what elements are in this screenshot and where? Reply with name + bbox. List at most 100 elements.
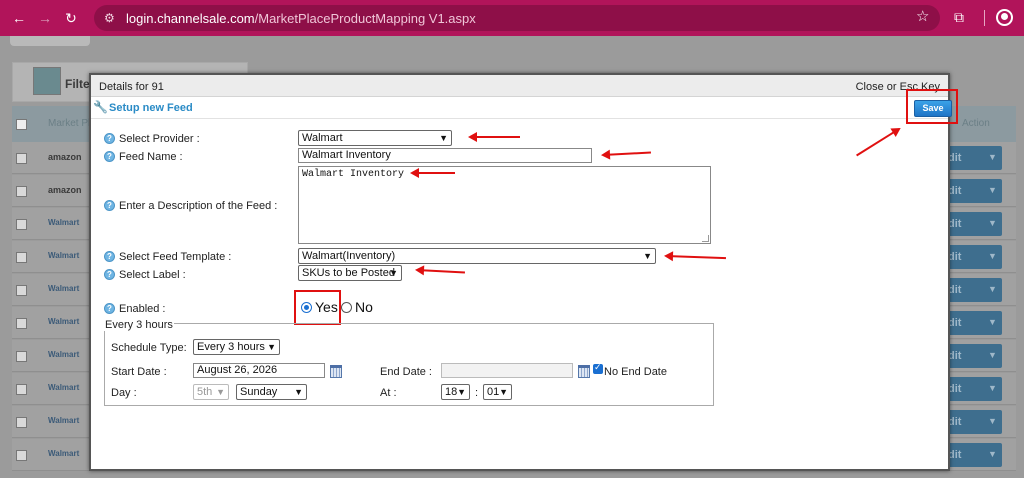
label-select-label: Select Label : bbox=[119, 269, 186, 281]
feed-title: Setup new Feed bbox=[109, 102, 193, 114]
reload-icon[interactable]: ↻ bbox=[62, 9, 80, 27]
marketplace-logo: Walmart bbox=[48, 218, 80, 227]
help-icon[interactable]: ? bbox=[104, 303, 115, 314]
chevron-down-icon: ▼ bbox=[988, 383, 997, 393]
end-date-input[interactable] bbox=[441, 363, 573, 378]
extensions-puzzle-icon[interactable]: ⧉ bbox=[954, 8, 970, 26]
edit-button-label: dit bbox=[948, 251, 962, 263]
edit-button-label: dit bbox=[948, 383, 962, 395]
annotation-arrow bbox=[410, 168, 455, 178]
chevron-down-icon: ▼ bbox=[439, 133, 448, 143]
no-end-date-label: No End Date bbox=[604, 366, 667, 378]
help-icon[interactable]: ? bbox=[104, 200, 115, 211]
day-name-value: Sunday bbox=[240, 386, 278, 398]
label-select[interactable]: SKUs to be Posted ▼ bbox=[298, 265, 402, 281]
marketplace-logo: Walmart bbox=[48, 449, 80, 458]
row-checkbox bbox=[16, 186, 27, 197]
close-or-text: or bbox=[886, 81, 897, 93]
row-checkbox bbox=[16, 351, 27, 362]
provider-label: Select Provider : bbox=[119, 133, 200, 145]
help-icon[interactable]: ? bbox=[104, 133, 115, 144]
start-date-input[interactable]: August 26, 2026 bbox=[193, 363, 325, 378]
url-text: login.channelsale.com/MarketPlaceProduct… bbox=[126, 11, 476, 26]
day-name-select[interactable]: Sunday ▼ bbox=[236, 384, 307, 400]
row-checkbox bbox=[16, 219, 27, 230]
schedule-type-select[interactable]: Every 3 hours ▼ bbox=[193, 339, 280, 355]
end-date-label: End Date : bbox=[380, 366, 432, 378]
site-settings-icon[interactable]: ⚙ bbox=[104, 10, 118, 26]
close-link[interactable]: Close bbox=[856, 81, 884, 93]
row-checkbox bbox=[16, 153, 27, 164]
enabled-label: Enabled : bbox=[119, 303, 166, 315]
feed-name-input[interactable]: Walmart Inventory bbox=[298, 148, 592, 163]
modal-titlebar: Details for 91 Close or Esc Key bbox=[91, 75, 948, 97]
row-checkbox bbox=[16, 318, 27, 329]
schedule-type-value: Every 3 hours bbox=[197, 341, 265, 353]
address-bar[interactable]: ⚙ login.channelsale.com/MarketPlaceProdu… bbox=[94, 5, 940, 31]
minute-select[interactable]: 01 ▼ bbox=[483, 384, 512, 400]
time-separator: : bbox=[475, 387, 479, 399]
no-label: No bbox=[355, 299, 373, 315]
calendar-icon[interactable] bbox=[578, 365, 590, 378]
modal-title: Details for 91 bbox=[99, 81, 164, 93]
edit-button-label: dit bbox=[948, 284, 962, 296]
chevron-down-icon: ▼ bbox=[389, 268, 398, 278]
enabled-no-radio[interactable] bbox=[341, 302, 352, 313]
hour-value: 18 bbox=[445, 386, 458, 398]
template-select[interactable]: Walmart(Inventory) ▼ bbox=[298, 248, 656, 264]
description-textarea[interactable]: Walmart Inventory bbox=[298, 166, 711, 244]
wrench-icon: 🔧 bbox=[93, 100, 108, 114]
start-date-label: Start Date : bbox=[111, 366, 167, 378]
day-number-select[interactable]: 5th ▼ bbox=[193, 384, 229, 400]
provider-select-value: Walmart bbox=[302, 132, 343, 144]
back-arrow-icon[interactable]: ← bbox=[10, 9, 28, 27]
profile-icon[interactable] bbox=[996, 9, 1013, 26]
marketplace-logo: Walmart bbox=[48, 383, 80, 392]
chevron-down-icon: ▼ bbox=[294, 387, 303, 397]
chevron-down-icon: ▼ bbox=[988, 251, 997, 261]
label-select-value: SKUs to be Posted bbox=[302, 267, 395, 279]
chevron-down-icon: ▼ bbox=[988, 152, 997, 162]
chevron-down-icon: ▼ bbox=[267, 342, 276, 352]
edit-button-label: dit bbox=[948, 152, 962, 164]
background-top-button bbox=[10, 36, 90, 46]
provider-select[interactable]: Walmart ▼ bbox=[298, 130, 452, 146]
help-icon[interactable]: ? bbox=[104, 151, 115, 162]
header-checkbox bbox=[16, 119, 27, 130]
template-label: Select Feed Template : bbox=[119, 251, 232, 263]
chevron-down-icon: ▼ bbox=[988, 317, 997, 327]
marketplace-logo: amazon bbox=[48, 185, 82, 195]
browser-toolbar: ← → ↻ ⚙ login.channelsale.com/MarketPlac… bbox=[0, 0, 1024, 36]
row-checkbox bbox=[16, 384, 27, 395]
feed-details-modal: Details for 91 Close or Esc Key 🔧 Setup … bbox=[89, 73, 950, 471]
marketplace-logo: Walmart bbox=[48, 416, 80, 425]
calendar-icon[interactable] bbox=[330, 365, 342, 378]
day-number-value: 5th bbox=[197, 386, 213, 398]
edit-button-label: dit bbox=[948, 218, 962, 230]
marketplace-logo: amazon bbox=[48, 152, 82, 162]
yes-highlight-box bbox=[294, 290, 341, 325]
feed-header: 🔧 Setup new Feed bbox=[91, 97, 948, 119]
toolbar-divider bbox=[984, 10, 985, 26]
chevron-down-icon: ▼ bbox=[499, 387, 508, 397]
row-checkbox bbox=[16, 450, 27, 461]
at-label: At : bbox=[380, 387, 397, 399]
resize-grip-icon[interactable] bbox=[702, 235, 709, 242]
chevron-down-icon: ▼ bbox=[988, 350, 997, 360]
feed-name-label: Feed Name : bbox=[119, 151, 183, 163]
marketplace-logo: Walmart bbox=[48, 284, 80, 293]
help-icon[interactable]: ? bbox=[104, 251, 115, 262]
chevron-down-icon: ▼ bbox=[216, 387, 225, 397]
schedule-legend: Every 3 hours bbox=[104, 319, 174, 331]
chevron-down-icon: ▼ bbox=[457, 387, 466, 397]
no-end-date-checkbox[interactable] bbox=[593, 362, 603, 374]
chevron-down-icon: ▼ bbox=[988, 284, 997, 294]
chevron-down-icon: ▼ bbox=[988, 449, 997, 459]
hour-select[interactable]: 18 ▼ bbox=[441, 384, 470, 400]
row-checkbox bbox=[16, 285, 27, 296]
help-icon[interactable]: ? bbox=[104, 269, 115, 280]
description-text: Walmart Inventory bbox=[302, 169, 405, 180]
bookmark-star-icon[interactable]: ☆ bbox=[916, 8, 929, 26]
forward-arrow-icon[interactable]: → bbox=[36, 9, 54, 27]
edit-button-label: dit bbox=[948, 416, 962, 428]
